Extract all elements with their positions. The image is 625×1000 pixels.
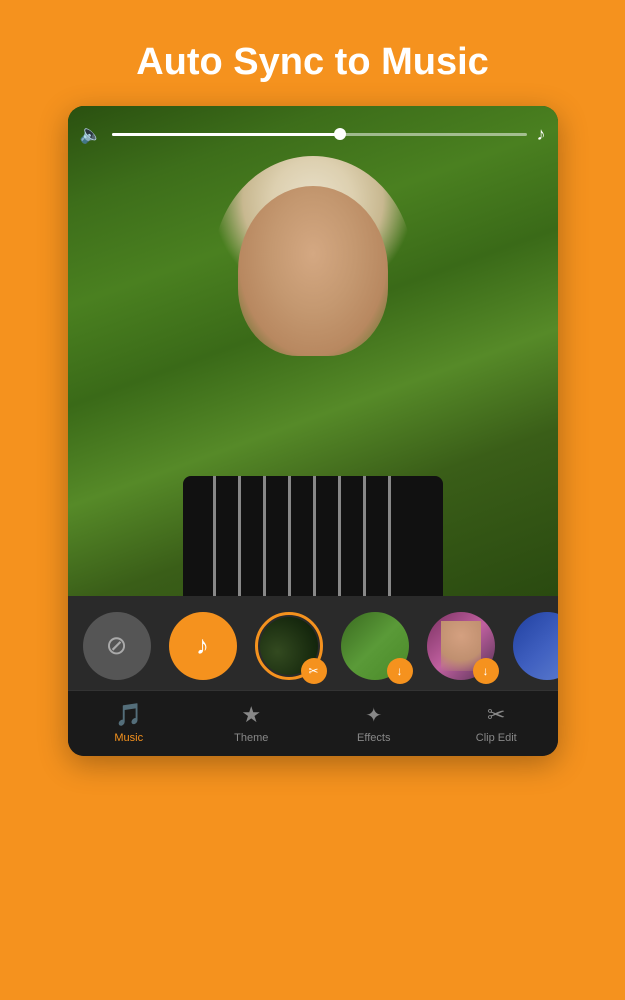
- jungle-wrap: ✂: [255, 612, 323, 680]
- jungle-scissors-icon: ✂: [301, 658, 327, 684]
- nav-item-clip-edit[interactable]: ✂ Clip Edit: [435, 702, 558, 744]
- progress-track[interactable]: [112, 133, 527, 136]
- none-icon: ⊘: [106, 630, 128, 661]
- music-options-scroll: ⊘ None ♪ local music: [68, 612, 558, 702]
- music-option-none[interactable]: ⊘ None: [78, 612, 156, 702]
- local-music-icon: ♪: [196, 630, 209, 661]
- progress-thumb: [334, 128, 346, 140]
- clip-edit-nav-icon: ✂: [487, 702, 505, 728]
- phone-container: 🔈 ♪ ⊘ None ♪ local music: [68, 106, 558, 756]
- none-circle: ⊘: [83, 612, 151, 680]
- clip-edit-nav-label: Clip Edit: [476, 732, 517, 744]
- music-option-local[interactable]: ♪ local music: [164, 612, 242, 702]
- nav-item-theme[interactable]: ★ Theme: [190, 702, 313, 744]
- siesta-download-icon: ↓: [387, 658, 413, 684]
- music-option-partial[interactable]: Ju...: [508, 612, 558, 702]
- bottom-nav: 🎵 Music ★ Theme ✦ Effects ✂ Clip Edit: [68, 690, 558, 756]
- effects-nav-icon: ✦: [365, 703, 382, 728]
- partial-image: [513, 612, 558, 680]
- cruisin-wrap: ↓: [427, 612, 495, 680]
- music-option-jungle[interactable]: ✂ Jungle: [250, 612, 328, 702]
- volume-icon: 🔈: [80, 124, 102, 145]
- music-option-siesta[interactable]: ↓ Siesta: [336, 612, 414, 702]
- playback-bar[interactable]: 🔈 ♪: [80, 124, 546, 145]
- music-option-cruisin[interactable]: ↓ Cruisin: [422, 612, 500, 702]
- top-section: Auto Sync to Music: [0, 0, 625, 106]
- progress-fill: [112, 133, 340, 136]
- local-circle: ♪: [169, 612, 237, 680]
- effects-nav-label: Effects: [357, 732, 390, 744]
- music-nav-label: Music: [114, 732, 143, 744]
- main-title: Auto Sync to Music: [136, 40, 489, 86]
- music-nav-icon: 🎵: [115, 702, 142, 728]
- video-area: 🔈 ♪: [68, 106, 558, 596]
- siesta-wrap: ↓: [341, 612, 409, 680]
- cruisin-download-icon: ↓: [473, 658, 499, 684]
- nav-item-effects[interactable]: ✦ Effects: [313, 703, 436, 744]
- nav-item-music[interactable]: 🎵 Music: [68, 702, 191, 744]
- music-note-icon: ♪: [537, 124, 546, 145]
- theme-nav-icon: ★: [241, 702, 261, 728]
- theme-nav-label: Theme: [234, 732, 268, 744]
